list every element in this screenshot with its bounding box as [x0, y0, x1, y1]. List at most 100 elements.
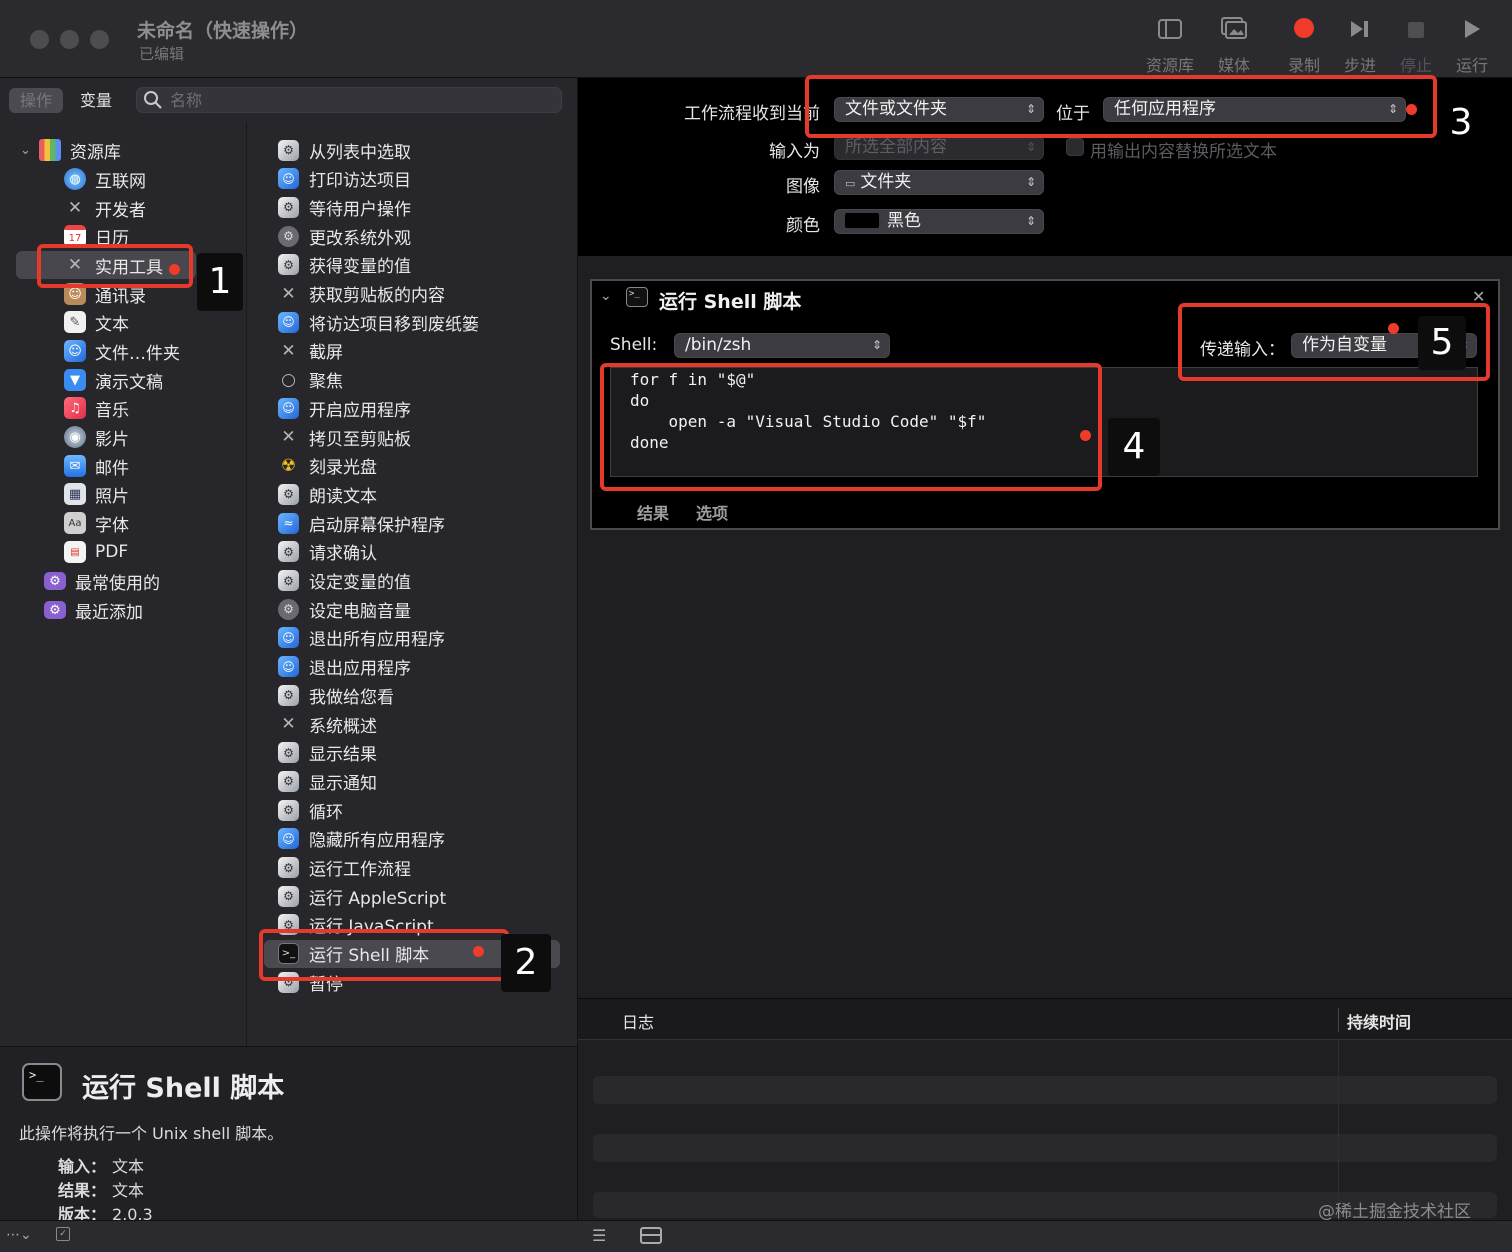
log-column-header[interactable]: 日志 — [622, 1009, 654, 1033]
action-list-item[interactable]: ✕ 系统概述 — [278, 710, 377, 738]
close-window-button[interactable] — [30, 30, 49, 49]
search-input[interactable] — [170, 89, 550, 111]
replace-text-checkbox[interactable] — [1066, 138, 1084, 156]
log-column-divider — [1338, 1040, 1339, 1220]
action-list-item[interactable]: ⚙ 显示结果 — [278, 739, 377, 767]
media-toolbar-button[interactable]: 媒体 — [1204, 16, 1264, 75]
tab-options[interactable]: 选项 — [696, 500, 728, 524]
action-list-item[interactable]: ⚙ 我做给您看 — [278, 681, 394, 709]
action-list-item[interactable]: ⚙ 循环 — [278, 796, 343, 824]
action-list-item[interactable]: ⚙ 等待用户操作 — [278, 193, 411, 221]
finder-icon: ☺ — [278, 168, 299, 190]
stop-toolbar-button[interactable]: 停止 — [1386, 16, 1446, 75]
library-group-label: 最近添加 — [75, 602, 143, 623]
automator-robot-icon: ⚙ — [278, 254, 299, 276]
action-list-item[interactable]: ⚙ 运行工作流程 — [278, 854, 411, 882]
action-list-item[interactable]: ☺ 退出所有应用程序 — [278, 624, 445, 652]
action-list-item[interactable]: ⚙ 设定电脑音量 — [278, 595, 411, 623]
finder-icon: ☺ — [278, 397, 299, 419]
library-group-most-used[interactable]: ⚙ 最常使用的 — [44, 567, 160, 595]
library-item-mail[interactable]: ✉ 邮件 — [64, 452, 129, 480]
action-card-title: 运行 Shell 脚本 — [659, 291, 802, 313]
log-column-divider — [1338, 1008, 1339, 1032]
action-list-label: 获得变量的值 — [309, 257, 411, 278]
tab-results[interactable]: 结果 — [637, 500, 669, 524]
automator-robot-icon: ⚙ — [278, 139, 299, 161]
shell-select[interactable]: /bin/zsh ⇕ — [674, 333, 890, 358]
library-root[interactable]: ⌄ 资源库 — [20, 136, 121, 164]
split-view-icon[interactable] — [640, 1227, 662, 1244]
action-list-item[interactable]: ⚙ 更改系统外观 — [278, 222, 411, 250]
shell-label: Shell: — [610, 335, 658, 355]
duration-column-header[interactable]: 持续时间 — [1347, 1009, 1411, 1033]
library-item-text[interactable]: ✎ 文本 — [64, 308, 129, 336]
description-toggle-icon[interactable]: ✓ — [56, 1227, 70, 1241]
library-toolbar-button[interactable]: 资源库 — [1140, 16, 1200, 75]
tools-icon: ✕ — [281, 283, 296, 304]
action-list-item[interactable]: ✕ 截屏 — [278, 337, 343, 365]
action-list-item[interactable]: ○ 聚焦 — [278, 366, 343, 394]
library-item-movies[interactable]: ◉ 影片 — [64, 423, 129, 451]
library-item-internet[interactable]: ◍ 互联网 — [64, 165, 146, 193]
more-options-icon[interactable]: ⋯⌄ — [6, 1227, 32, 1243]
run-toolbar-button[interactable]: 运行 — [1442, 16, 1502, 75]
color-label: 颜色 — [786, 216, 820, 236]
library-item-photos[interactable]: ▦ 照片 — [64, 480, 129, 508]
log-row — [593, 1134, 1497, 1162]
library-item-pdf[interactable]: ▤ PDF — [64, 538, 128, 566]
action-list-item[interactable]: ⚙ 运行 AppleScript — [278, 882, 446, 910]
automator-robot-icon: ⚙ — [278, 196, 299, 218]
annotation-label-5: 5 — [1418, 316, 1466, 370]
input-is-select[interactable]: 所选全部内容 ⇕ — [834, 135, 1044, 160]
annotation-dot — [473, 946, 484, 957]
actions-segment[interactable]: 操作 — [9, 88, 63, 113]
action-list-item[interactable]: ⚙ 朗读文本 — [278, 480, 377, 508]
action-list-label: 退出所有应用程序 — [309, 630, 445, 651]
collapse-chevron-icon[interactable]: ⌄ — [600, 288, 612, 304]
library-item-fonts[interactable]: Aa 字体 — [64, 509, 129, 537]
action-list-item[interactable]: ✕ 获取剪贴板的内容 — [278, 280, 445, 308]
list-view-icon[interactable]: ☰ — [592, 1226, 606, 1245]
action-list-item[interactable]: ⚙ 设定变量的值 — [278, 567, 411, 595]
image-select[interactable]: ▭ 文件夹 ⇕ — [834, 170, 1044, 195]
library-item-label: 影片 — [95, 429, 129, 450]
library-item-presentations[interactable]: ▼ 演示文稿 — [64, 366, 163, 394]
record-toolbar-button[interactable]: 录制 — [1274, 16, 1334, 75]
action-list-label: 隐藏所有应用程序 — [309, 831, 445, 852]
action-list-label: 聚焦 — [309, 372, 343, 393]
action-list-item[interactable]: ⚙ 请求确认 — [278, 538, 377, 566]
system-preferences-icon: ⚙ — [278, 598, 299, 620]
minimize-window-button[interactable] — [60, 30, 79, 49]
system-preferences-icon: ⚙ — [278, 225, 299, 247]
automator-robot-icon: ⚙ — [278, 799, 299, 821]
action-list-item[interactable]: ☺ 退出应用程序 — [278, 653, 411, 681]
finder-icon: ☺ — [278, 627, 299, 649]
action-list-item[interactable]: ⚙ 显示通知 — [278, 767, 377, 795]
action-list-item[interactable]: ☺ 将访达项目移到废纸篓 — [278, 308, 479, 336]
action-list-item[interactable]: ≈ 启动屏幕保护程序 — [278, 509, 445, 537]
photos-icon — [1204, 16, 1264, 48]
library-item-music[interactable]: ♫ 音乐 — [64, 394, 129, 422]
action-list-item[interactable]: ⚙ 获得变量的值 — [278, 251, 411, 279]
action-list-item[interactable]: ☺ 开启应用程序 — [278, 394, 411, 422]
library-group-recently-added[interactable]: ⚙ 最近添加 — [44, 596, 143, 624]
annotation-box-3 — [805, 75, 1437, 138]
color-select[interactable]: 黑色 ⇕ — [834, 209, 1044, 234]
action-list-item[interactable]: ✕ 拷贝至剪贴板 — [278, 423, 411, 451]
action-list-item[interactable]: ☺ 打印访达项目 — [278, 165, 411, 193]
automator-robot-icon: ⚙ — [278, 684, 299, 706]
spotlight-icon: ○ — [281, 369, 296, 390]
variables-segment[interactable]: 变量 — [72, 88, 120, 113]
action-list-item[interactable]: ☺ 隐藏所有应用程序 — [278, 825, 445, 853]
watermark: @稀土掘金技术社区 — [1318, 1202, 1471, 1222]
search-field[interactable] — [136, 87, 562, 113]
library-item-developer[interactable]: ✕ 开发者 — [64, 194, 146, 222]
action-list-label: 系统概述 — [309, 716, 377, 737]
action-list-item[interactable]: ⚙ 从列表中选取 — [278, 136, 411, 164]
zoom-window-button[interactable] — [90, 30, 109, 49]
color-select-value: 黑色 — [887, 211, 921, 231]
step-toolbar-button[interactable]: 步进 — [1330, 16, 1390, 75]
action-list-label: 刻录光盘 — [309, 458, 377, 479]
action-list-item[interactable]: ☢ 刻录光盘 — [278, 452, 377, 480]
library-item-files-folders[interactable]: ☺ 文件…件夹 — [64, 337, 180, 365]
